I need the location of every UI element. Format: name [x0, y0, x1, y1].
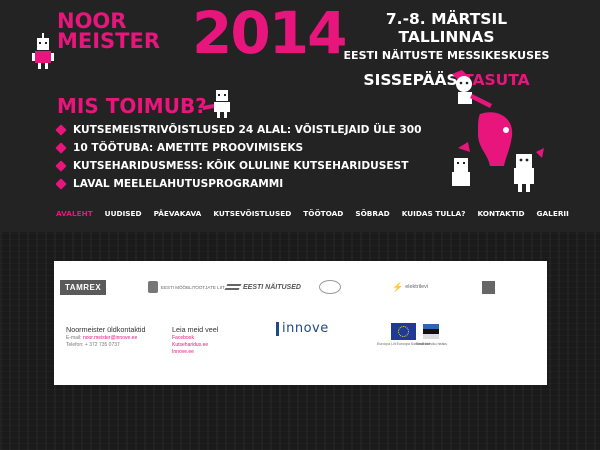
email-link[interactable]: noor.meister@innove.ee — [83, 335, 137, 341]
mascot-doodle-icon — [452, 70, 492, 108]
activity-text: KUTSEHARIDUSMESS: KÕIK OLULINE KUTSEHARI… — [73, 160, 409, 172]
footer-panel: TAMREX EESTI MÖÖBLITOOTJATE LIIT EESTI N… — [54, 261, 547, 385]
swoosh-icon — [224, 284, 242, 290]
find-us-block: Leia meid veel Facebook Kutseharidus.ee … — [172, 324, 218, 356]
event-year: 2014 — [192, 0, 347, 67]
shield-icon — [148, 281, 158, 293]
bullet-icon — [55, 124, 67, 136]
find-us-title: Leia meid veel — [172, 325, 219, 334]
estonia-logo[interactable]: Eesti tuleviku heaks — [416, 323, 447, 346]
partner-tamrex-label: TAMREX — [60, 279, 107, 295]
nav-item-uudised[interactable]: UUDISED — [105, 208, 142, 220]
brand-line-2: MEISTER — [57, 29, 161, 53]
partner-logo-ring[interactable] — [319, 275, 341, 299]
partner-mooble-label: EESTI MÖÖBLITOOTJATE LIIT — [161, 284, 225, 290]
nav-item-galerii[interactable]: GALERII — [537, 208, 569, 220]
bullet-icon — [55, 160, 67, 172]
nav-item-paevakava[interactable]: PÄEVAKAVA — [154, 208, 202, 220]
nav-item-sobrad[interactable]: SÕBRAD — [355, 208, 389, 220]
phone-label: Telefon: — [66, 342, 84, 348]
main-nav: AVALEHT UUDISED PÄEVAKAVA KUTSEVÕISTLUSE… — [56, 208, 581, 220]
email-label: E-mail: — [66, 335, 82, 341]
contacts-title: Noormeister üldkontaktid — [66, 325, 146, 334]
ring-icon — [319, 280, 341, 294]
worker-doodle-icon — [202, 90, 230, 118]
event-venue: EESTI NÄITUSTE MESSIKESKUSES — [343, 49, 550, 62]
contacts-email-line: E-mail: noor.meister@innove.ee — [66, 335, 146, 342]
ee-caption: Eesti tuleviku heaks — [416, 342, 447, 346]
nav-item-kuidas-tulla[interactable]: KUIDAS TULLA? — [402, 208, 466, 220]
bullet-icon — [55, 142, 67, 154]
brand-line-1: NOOR — [57, 9, 127, 33]
eu-flag-icon — [391, 323, 417, 340]
square-logo-icon — [482, 280, 495, 294]
activity-text: KUTSEMEISTRIVÕISTLUSED 24 ALAL: VÕISTLEJ… — [73, 124, 422, 136]
partner-logo-mooble[interactable]: EESTI MÖÖBLITOOTJATE LIIT — [148, 275, 225, 299]
brand-logo[interactable]: NOOR MEISTER — [57, 9, 161, 53]
activity-item: 10 TÖÖTUBA: AMETITE PROOVIMISEKS — [55, 139, 422, 157]
what-title: MIS TOIMUB? — [57, 94, 207, 118]
innove-link[interactable]: Innove.ee — [172, 349, 218, 356]
event-dates: 7.-8. MÄRTSIL TALLINNAS — [385, 10, 508, 46]
partner-logo-naitused[interactable]: EESTI NÄITUSED — [224, 275, 301, 299]
activities-list: KUTSEMEISTRIVÕISTLUSED 24 ALAL: VÕISTLEJ… — [55, 121, 422, 193]
partner-logos: TAMREX EESTI MÖÖBLITOOTJATE LIIT EESTI N… — [54, 275, 547, 299]
activity-item: KUTSEMEISTRIVÕISTLUSED 24 ALAL: VÕISTLEJ… — [55, 121, 422, 139]
robot-doodle-icon — [32, 33, 54, 69]
innove-label: innove — [282, 321, 329, 336]
activity-item: KUTSEHARIDUSMESS: KÕIK OLULINE KUTSEHARI… — [55, 157, 422, 175]
partner-logo-tamrex[interactable]: TAMREX — [60, 275, 107, 299]
kutseharidus-link[interactable]: Kutseharidus.ee — [172, 342, 218, 349]
activity-text: 10 TÖÖTUBA: AMETITE PROOVIMISEKS — [73, 142, 304, 154]
lightning-icon: ⚡ — [392, 281, 404, 292]
contacts-phone-line: Telefon: + 372 735 0737 — [66, 342, 146, 349]
nav-item-kontaktid[interactable]: KONTAKTID — [477, 208, 524, 220]
innove-logo[interactable]: innove — [276, 321, 329, 336]
partner-naitused-label: EESTI NÄITUSED — [243, 283, 301, 291]
partner-elektrilevi-label: elektrilevi — [405, 284, 429, 290]
event-info: 7.-8. MÄRTSIL TALLINNAS EESTI NÄITUSTE M… — [339, 10, 554, 92]
nav-item-avaleht[interactable]: AVALEHT — [56, 208, 93, 220]
contacts-block: Noormeister üldkontaktid E-mail: noor.me… — [66, 324, 146, 349]
activity-text: LAVAL MEELELAHUTUSPROGRAMMI — [73, 178, 284, 190]
entry-word: SISSEPÄÄS — [363, 71, 458, 89]
facebook-link[interactable]: Facebook — [172, 335, 218, 342]
partner-logo-elektrilevi[interactable]: ⚡ elektrilevi — [392, 275, 428, 299]
entry-info: SISSEPÄÄS TASUTA — [339, 68, 554, 92]
activity-item: LAVAL MEELELAHUTUSPROGRAMMI — [55, 175, 422, 193]
bullet-icon — [55, 178, 67, 190]
nav-item-kutsevoistlused[interactable]: KUTSEVÕISTLUSED — [213, 208, 291, 220]
partner-logo-square[interactable] — [482, 275, 495, 299]
innove-bar-icon — [276, 321, 279, 336]
hero-banner: NOOR MEISTER 2014 7.-8. MÄRTSIL TALLINNA… — [0, 0, 600, 232]
swallow-icon — [420, 323, 442, 339]
phone-value: + 372 735 0737 — [84, 342, 120, 348]
characters-doodle-icon — [452, 112, 544, 192]
nav-item-tootoad[interactable]: TÖÖTOAD — [303, 208, 343, 220]
